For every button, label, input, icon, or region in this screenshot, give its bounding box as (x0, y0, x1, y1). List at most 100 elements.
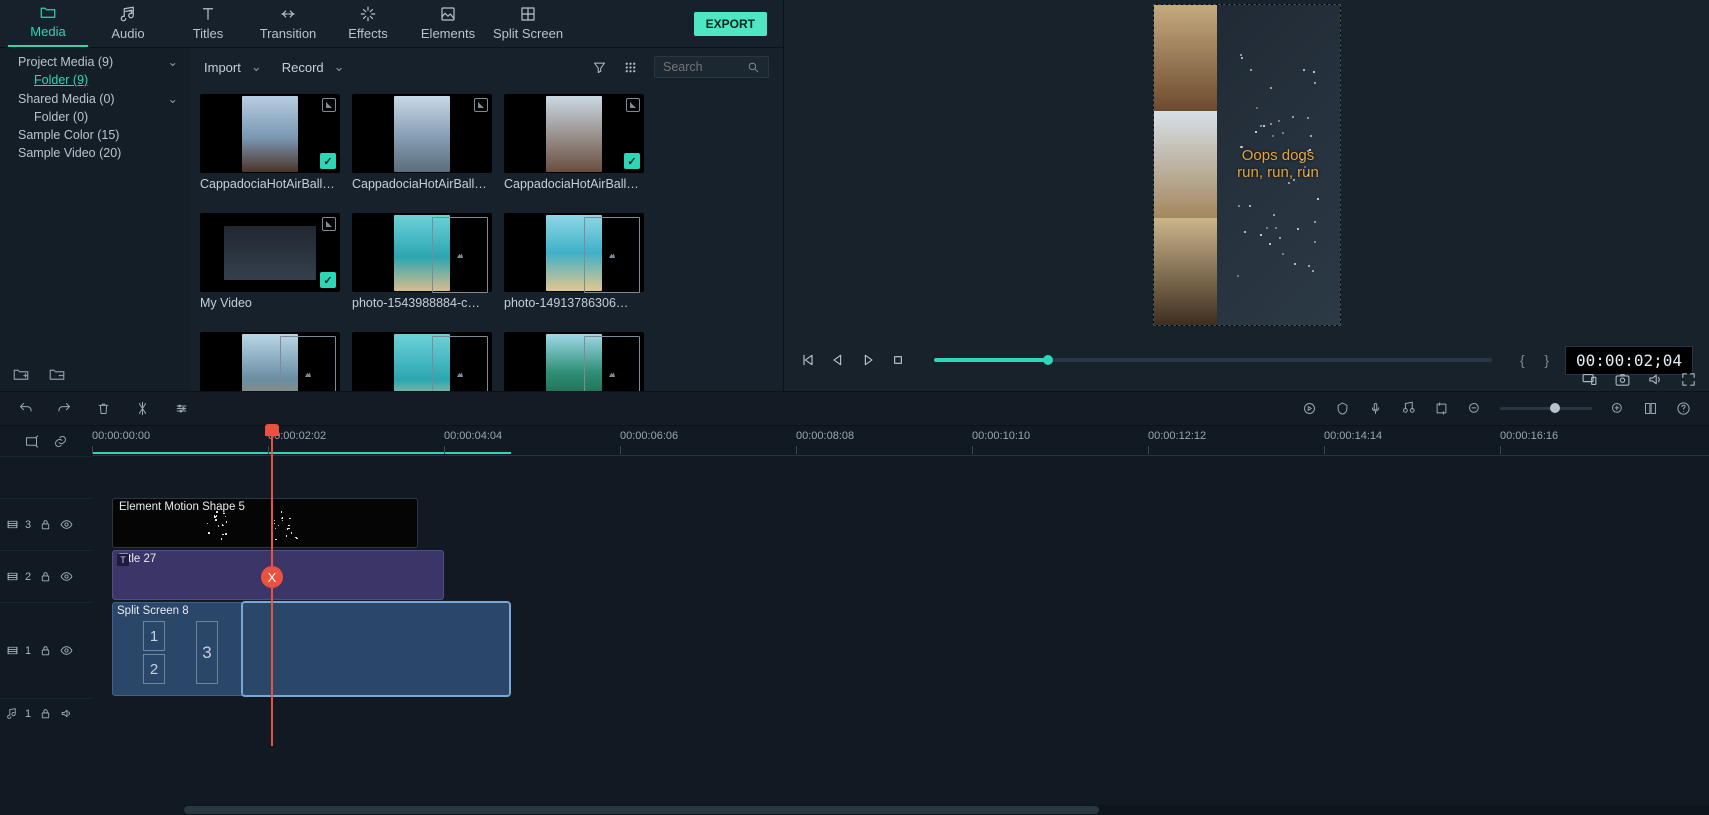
tree-project-media[interactable]: Project Media (9) ⌄ (0, 52, 190, 71)
track-head-audio[interactable]: 1 (0, 698, 92, 728)
playhead-badge[interactable]: X (261, 566, 283, 588)
timeline-clip[interactable]: Element Motion Shape 5 (112, 498, 418, 548)
tab-elements[interactable]: Elements (408, 1, 488, 47)
play-button[interactable] (860, 352, 876, 368)
tab-label: Effects (348, 26, 388, 41)
record-dropdown[interactable]: Record⌄ (282, 59, 345, 75)
image-type-icon (584, 336, 640, 391)
tab-splitscreen[interactable]: Split Screen (488, 1, 568, 47)
eye-icon[interactable] (60, 570, 73, 583)
fullscreen-icon[interactable] (1680, 371, 1697, 388)
media-thumb[interactable]: CappadociaHotAirBall… (352, 94, 492, 191)
music-icon (119, 5, 137, 23)
device-preview-icon[interactable] (1581, 371, 1598, 388)
speaker-icon[interactable] (60, 707, 73, 720)
tab-audio[interactable]: Audio (88, 1, 168, 47)
eye-icon[interactable] (60, 644, 73, 657)
adjust-icon[interactable] (174, 401, 189, 416)
tree-sample-color[interactable]: Sample Color (15) (0, 126, 190, 144)
media-thumb[interactable]: photo-14913786306… (504, 213, 644, 310)
timeline-playhead[interactable]: X (271, 426, 273, 746)
redo-icon[interactable] (57, 401, 72, 416)
prev-frame-button[interactable] (800, 352, 816, 368)
lock-icon[interactable] (39, 707, 52, 720)
audio-mixer-icon[interactable] (1401, 401, 1416, 416)
media-thumb[interactable]: ✓CappadociaHotAirBall… (200, 94, 340, 191)
split-icon[interactable] (135, 401, 150, 416)
play-backward-button[interactable] (830, 352, 846, 368)
tab-effects[interactable]: Effects (328, 1, 408, 47)
new-folder-icon[interactable] (12, 365, 30, 383)
crop-icon[interactable] (1434, 401, 1449, 416)
help-icon[interactable] (1676, 401, 1691, 416)
ruler-mark: 00:00:16:16 (1500, 430, 1558, 442)
tab-media[interactable]: Media (8, 0, 88, 47)
tree-sample-video[interactable]: Sample Video (20) (0, 144, 190, 162)
media-thumb[interactable]: photo-1543988884-c… (352, 213, 492, 310)
tab-transition[interactable]: Transition (248, 1, 328, 47)
timeline-tracks[interactable]: X Element Motion Shape 5Title 27TSplit S… (92, 456, 1709, 815)
export-button[interactable]: EXPORT (694, 12, 767, 36)
tree-folder-0[interactable]: Folder (0) (0, 108, 190, 126)
preview-canvas[interactable]: Oops dogs run, run, run (1153, 4, 1341, 326)
zoom-slider[interactable] (1500, 407, 1592, 410)
delete-folder-icon[interactable] (48, 365, 66, 383)
link-icon[interactable] (53, 434, 68, 449)
track-spacer (0, 456, 92, 498)
lock-icon[interactable] (39, 570, 52, 583)
tab-titles[interactable]: Titles (168, 1, 248, 47)
chevron-down-icon: ⌄ (168, 54, 178, 69)
chevron-down-icon: ⌄ (251, 59, 262, 75)
add-track-icon[interactable] (24, 434, 39, 449)
media-thumb[interactable] (504, 332, 644, 391)
search-icon[interactable] (747, 61, 760, 74)
stop-button[interactable] (890, 352, 906, 368)
track-number: 3 (25, 519, 31, 531)
volume-icon[interactable] (1647, 371, 1664, 388)
search-input[interactable] (663, 60, 747, 74)
timeline-ruler[interactable]: 00:00:00:0000:00:02:0200:00:04:0400:00:0… (92, 426, 1709, 456)
snapshot-icon[interactable] (1614, 371, 1631, 388)
used-check-icon: ✓ (320, 153, 336, 169)
zoom-out-icon[interactable] (1467, 401, 1482, 416)
voiceover-icon[interactable] (1368, 401, 1383, 416)
track-head-3[interactable]: 3 (0, 498, 92, 550)
tree-shared-media[interactable]: Shared Media (0)⌄ (0, 89, 190, 108)
tab-label: Elements (421, 26, 475, 41)
grid-icon (519, 5, 537, 23)
undo-icon[interactable] (18, 401, 33, 416)
sparkle-icon (359, 5, 377, 23)
filter-icon[interactable] (592, 60, 607, 75)
media-thumb[interactable]: ✓My Video (200, 213, 340, 310)
tree-folder-9[interactable]: Folder (9) (0, 71, 190, 89)
track-head-2[interactable]: 2 (0, 550, 92, 602)
track-head-1[interactable]: 1 (0, 602, 92, 698)
in-out-braces[interactable]: { } (1520, 352, 1551, 368)
image-type-icon (280, 336, 336, 391)
media-thumb[interactable]: ✓CappadociaHotAirBall… (504, 94, 644, 191)
lock-icon[interactable] (39, 644, 52, 657)
image-icon (439, 5, 457, 23)
tree-label: Sample Video (20) (18, 146, 121, 160)
video-track-icon (6, 570, 19, 583)
delete-icon[interactable] (96, 401, 111, 416)
tree-label: Project Media (9) (18, 55, 113, 69)
lock-icon[interactable] (39, 518, 52, 531)
import-dropdown[interactable]: Import⌄ (204, 59, 262, 75)
folder-icon (39, 3, 57, 21)
preview-progress[interactable] (934, 358, 1492, 362)
image-type-icon (432, 217, 488, 293)
grid-view-icon[interactable] (623, 60, 638, 75)
sparkle-overlay (1217, 5, 1340, 325)
media-thumb[interactable] (352, 332, 492, 391)
render-icon[interactable] (1302, 401, 1317, 416)
media-thumb[interactable] (200, 332, 340, 391)
eye-icon[interactable] (60, 518, 73, 531)
video-track-icon (6, 518, 19, 531)
zoom-fit-icon[interactable] (1643, 401, 1658, 416)
zoom-in-icon[interactable] (1610, 401, 1625, 416)
work-area-bar[interactable] (92, 452, 511, 454)
marker-icon[interactable] (1335, 401, 1350, 416)
timeline-scrollbar[interactable] (184, 805, 1709, 815)
timeline-clip-selected[interactable] (242, 602, 510, 696)
